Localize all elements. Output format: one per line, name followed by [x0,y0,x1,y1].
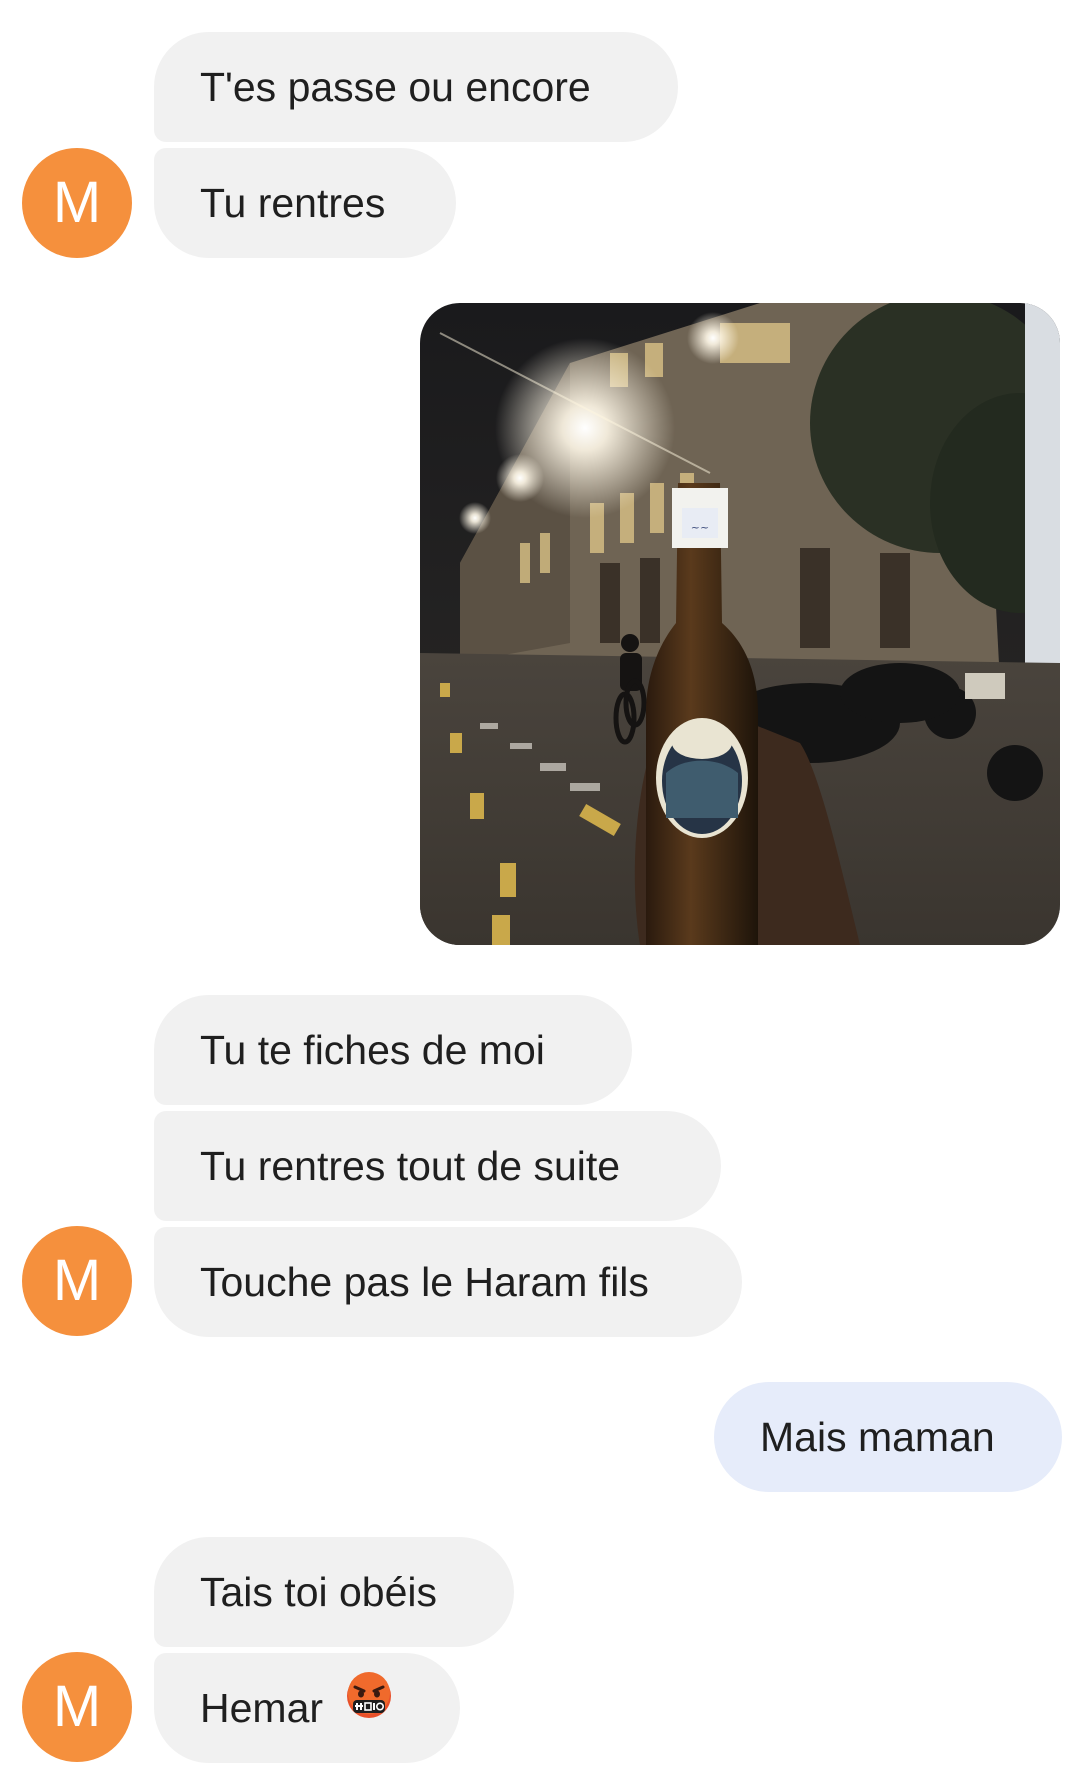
face-with-symbols-on-mouth-icon [344,1652,394,1762]
message-text: T'es passe ou encore [200,64,591,110]
avatar-letter: M [52,1248,102,1313]
message-bubble-incoming[interactable]: Tu te fiches de moi [154,995,632,1105]
message-bubble-incoming[interactable]: Tais toi obéis [154,1537,514,1647]
message-text: Touche pas le Haram fils [200,1259,649,1305]
message-bubble-incoming[interactable]: Tu rentres [154,148,456,258]
message-bubble-outgoing[interactable]: Mais maman [714,1382,1062,1492]
photo-message[interactable]: ~~ [420,303,1060,945]
avatar[interactable]: M [22,1652,132,1762]
svg-text:~~: ~~ [691,521,709,534]
message-bubble-incoming[interactable]: T'es passe ou encore [154,32,678,142]
message-text: Tu rentres [200,180,386,226]
message-bubble-incoming[interactable]: Hemar [154,1653,460,1763]
message-text: Mais maman [760,1414,995,1460]
avatar-letter: M [52,1674,102,1739]
message-bubble-incoming[interactable]: Touche pas le Haram fils [154,1227,742,1337]
message-text: Tu te fiches de moi [200,1027,545,1073]
avatar[interactable]: M [22,148,132,258]
message-text: Hemar [200,1685,324,1731]
message-text: Tu rentres tout de suite [200,1143,621,1189]
avatar[interactable]: M [22,1226,132,1336]
photo-image: ~~ [420,303,1060,945]
message-bubble-incoming[interactable]: Tu rentres tout de suite [154,1111,721,1221]
avatar-letter: M [52,170,102,235]
message-text: Tais toi obéis [200,1569,438,1615]
